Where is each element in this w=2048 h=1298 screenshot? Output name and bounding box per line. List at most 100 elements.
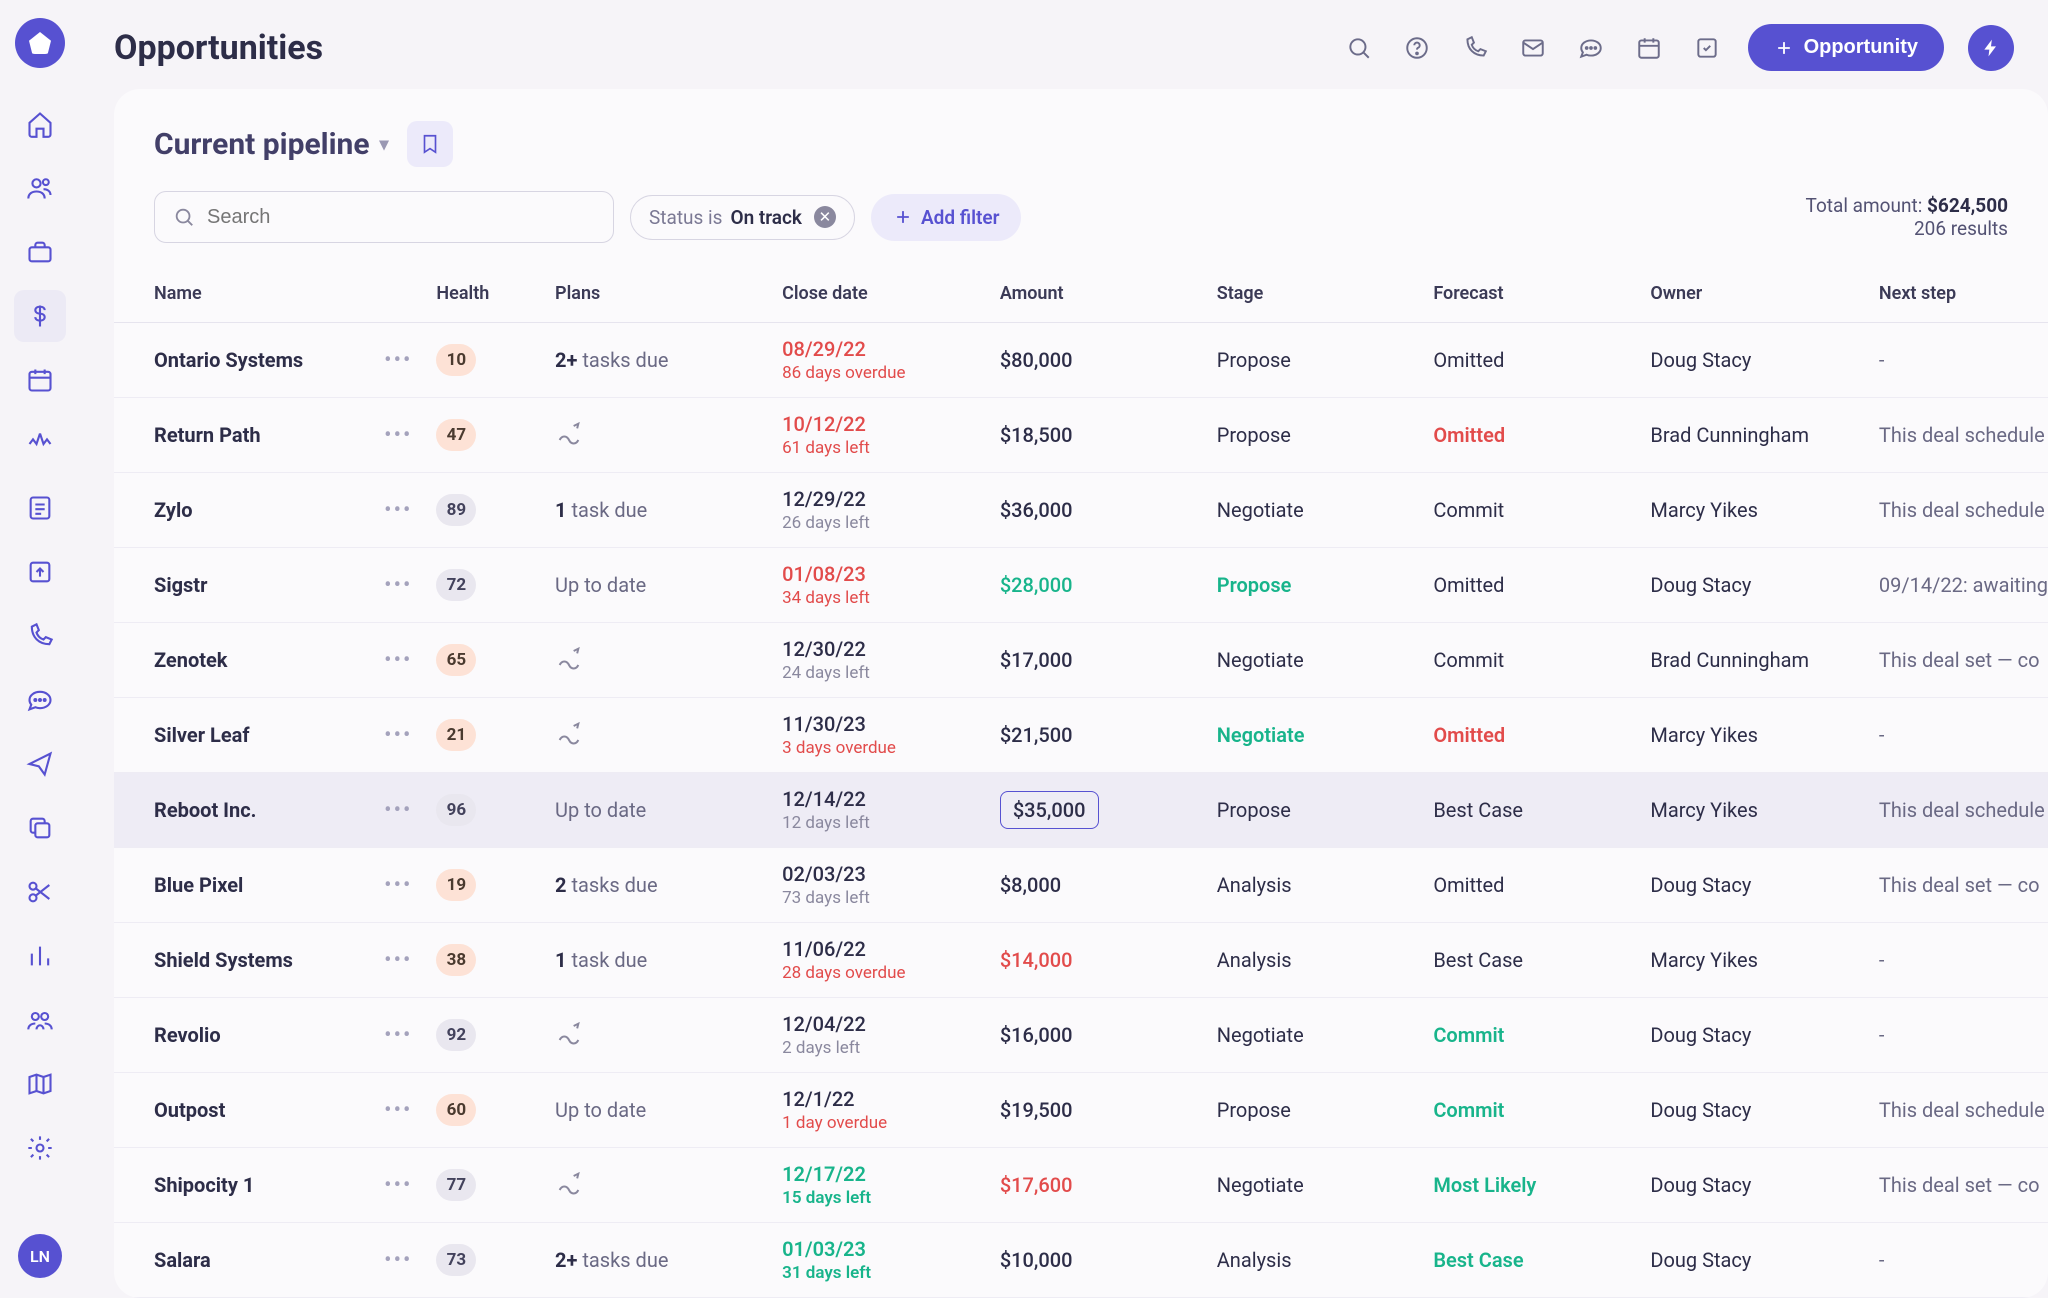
plans-cell[interactable]: Up to date [543,773,770,848]
close-date-cell[interactable]: 12/17/2215 days left [770,1148,988,1223]
topbar-task[interactable] [1690,31,1724,65]
amount-cell[interactable]: $10,000 [988,1223,1205,1298]
opportunity-name[interactable]: Salara [114,1223,372,1298]
opportunity-name[interactable]: Ontario Systems [114,323,372,398]
table-row[interactable]: Zenotek•••6512/30/2224 days left$17,000N… [114,623,2048,698]
topbar-chat[interactable] [1574,31,1608,65]
owner-cell[interactable]: Doug Stacy [1638,848,1867,923]
table-row[interactable]: Blue Pixel•••192 tasks due02/03/2373 day… [114,848,2048,923]
amount-cell[interactable]: $18,500 [988,398,1205,473]
plans-cell[interactable]: 2 tasks due [543,848,770,923]
opportunity-name[interactable]: Blue Pixel [114,848,372,923]
row-menu-icon[interactable]: ••• [384,1098,412,1123]
forecast-cell[interactable]: Commit [1421,473,1638,548]
close-date-cell[interactable]: 02/03/2373 days left [770,848,988,923]
new-opportunity-button[interactable]: Opportunity [1748,24,1944,71]
plans-cell[interactable] [543,1148,770,1223]
col-health[interactable]: Health [424,265,543,323]
stage-cell[interactable]: Negotiate [1205,998,1422,1073]
forecast-cell[interactable]: Commit [1421,623,1638,698]
stage-cell[interactable]: Negotiate [1205,473,1422,548]
nav-chat[interactable] [14,674,66,726]
close-date-cell[interactable]: 11/06/2228 days overdue [770,923,988,998]
plans-cell[interactable]: 1 task due [543,473,770,548]
row-menu-icon[interactable]: ••• [384,948,412,973]
close-date-cell[interactable]: 12/29/2226 days left [770,473,988,548]
plans-cell[interactable]: Up to date [543,548,770,623]
amount-cell[interactable]: $35,000 [988,773,1205,848]
close-date-cell[interactable]: 10/12/2261 days left [770,398,988,473]
owner-cell[interactable]: Doug Stacy [1638,1073,1867,1148]
app-logo[interactable] [15,18,65,68]
col-plans[interactable]: Plans [543,265,770,323]
row-menu-icon[interactable]: ••• [384,498,412,523]
col-next-step[interactable]: Next step [1867,265,2048,323]
amount-cell[interactable]: $8,000 [988,848,1205,923]
topbar-mail[interactable] [1516,31,1550,65]
opportunity-name[interactable]: Sigstr [114,548,372,623]
forecast-cell[interactable]: Omitted [1421,323,1638,398]
add-filter-button[interactable]: Add filter [871,194,1022,241]
remove-filter-icon[interactable]: ✕ [814,206,836,228]
plans-cell[interactable] [543,698,770,773]
close-date-cell[interactable]: 12/04/222 days left [770,998,988,1073]
close-date-cell[interactable]: 12/14/2212 days left [770,773,988,848]
opportunity-name[interactable]: Zylo [114,473,372,548]
owner-cell[interactable]: Doug Stacy [1638,1223,1867,1298]
table-row[interactable]: Salara•••732+ tasks due01/03/2331 days l… [114,1223,2048,1298]
nav-calendar[interactable] [14,354,66,406]
nav-calls[interactable] [14,610,66,662]
nav-opportunities[interactable] [14,290,66,342]
forecast-cell[interactable]: Commit [1421,998,1638,1073]
plans-cell[interactable]: 2+ tasks due [543,1223,770,1298]
amount-cell[interactable]: $17,600 [988,1148,1205,1223]
nav-reports[interactable] [14,482,66,534]
stage-cell[interactable]: Propose [1205,548,1422,623]
nav-send[interactable] [14,738,66,790]
col-stage[interactable]: Stage [1205,265,1422,323]
table-row[interactable]: Return Path•••4710/12/2261 days left$18,… [114,398,2048,473]
table-row[interactable]: Shield Systems•••381 task due11/06/2228 … [114,923,2048,998]
nav-people[interactable] [14,162,66,214]
opportunity-name[interactable]: Reboot Inc. [114,773,372,848]
quick-action-button[interactable] [1968,25,2014,71]
search-box[interactable] [154,191,614,243]
nav-cut[interactable] [14,866,66,918]
amount-cell[interactable]: $21,500 [988,698,1205,773]
opportunity-name[interactable]: Zenotek [114,623,372,698]
row-menu-icon[interactable]: ••• [384,1023,412,1048]
nav-analytics[interactable] [14,930,66,982]
amount-cell[interactable]: $19,500 [988,1073,1205,1148]
view-selector[interactable]: Current pipeline ▾ [154,127,389,162]
plans-cell[interactable]: 1 task due [543,923,770,998]
table-row[interactable]: Sigstr•••72Up to date01/08/2334 days lef… [114,548,2048,623]
topbar-calendar[interactable] [1632,31,1666,65]
opportunity-name[interactable]: Return Path [114,398,372,473]
forecast-cell[interactable]: Omitted [1421,848,1638,923]
stage-cell[interactable]: Analysis [1205,923,1422,998]
owner-cell[interactable]: Marcy Yikes [1638,923,1867,998]
opportunity-name[interactable]: Outpost [114,1073,372,1148]
opportunity-name[interactable]: Shield Systems [114,923,372,998]
table-row[interactable]: Ontario Systems•••102+ tasks due08/29/22… [114,323,2048,398]
stage-cell[interactable]: Propose [1205,323,1422,398]
forecast-cell[interactable]: Omitted [1421,398,1638,473]
plans-cell[interactable]: 2+ tasks due [543,323,770,398]
col-name[interactable]: Name [114,265,372,323]
opportunity-name[interactable]: Shipocity 1 [114,1148,372,1223]
row-menu-icon[interactable]: ••• [384,1248,412,1273]
topbar-search[interactable] [1342,31,1376,65]
row-menu-icon[interactable]: ••• [384,723,412,748]
user-avatar[interactable]: LN [18,1234,62,1278]
stage-cell[interactable]: Negotiate [1205,623,1422,698]
amount-cell[interactable]: $80,000 [988,323,1205,398]
amount-cell[interactable]: $16,000 [988,998,1205,1073]
row-menu-icon[interactable]: ••• [384,423,412,448]
forecast-cell[interactable]: Best Case [1421,923,1638,998]
owner-cell[interactable]: Marcy Yikes [1638,698,1867,773]
row-menu-icon[interactable]: ••• [384,573,412,598]
row-menu-icon[interactable]: ••• [384,798,412,823]
nav-home[interactable] [14,98,66,150]
stage-cell[interactable]: Negotiate [1205,1148,1422,1223]
bookmark-button[interactable] [407,121,453,167]
